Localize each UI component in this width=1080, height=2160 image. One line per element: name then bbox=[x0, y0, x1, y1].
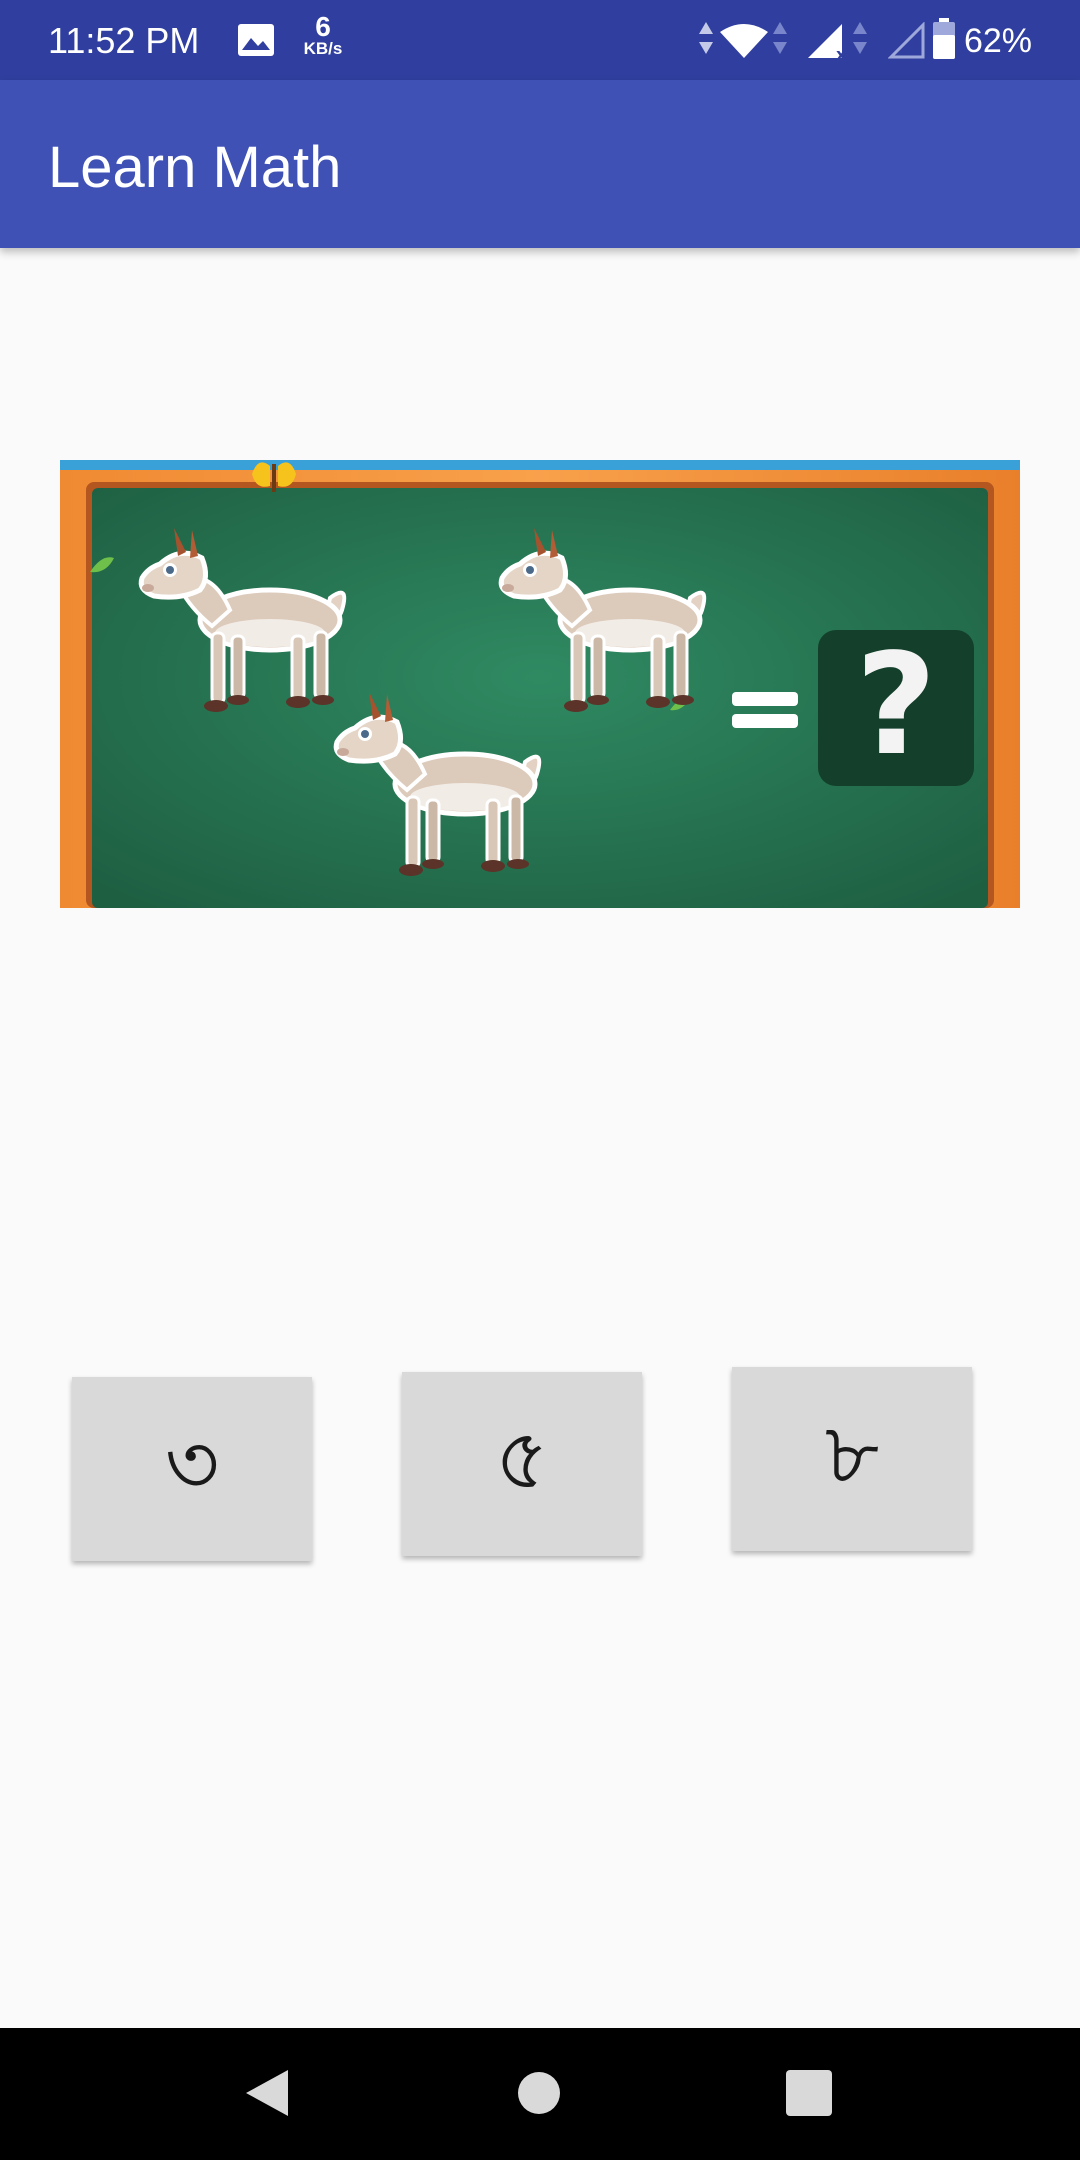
battery-icon bbox=[933, 18, 955, 59]
status-time: 11:52 PM bbox=[48, 20, 200, 61]
home-icon[interactable] bbox=[518, 2072, 560, 2114]
question-image: ? bbox=[60, 460, 1020, 908]
network-speed-unit: KB/s bbox=[303, 39, 343, 58]
recent-apps-icon[interactable] bbox=[786, 2070, 832, 2116]
svg-text:x: x bbox=[836, 45, 847, 60]
svg-text:?: ? bbox=[855, 624, 936, 787]
app-bar: Learn Math bbox=[0, 80, 1080, 248]
battery-percent: 62% bbox=[963, 22, 1032, 60]
answer-button-3[interactable]: ৮ bbox=[732, 1367, 972, 1551]
status-bar: 11:52 PM 6 KB/s x 62% bbox=[0, 0, 1080, 80]
back-icon[interactable] bbox=[244, 2068, 290, 2118]
signal-no-data-icon: x bbox=[808, 24, 847, 60]
app-title: Learn Math bbox=[48, 135, 342, 200]
network-speed-value: 6 bbox=[315, 11, 331, 42]
answer-button-2[interactable]: ৫ bbox=[402, 1372, 642, 1556]
gallery-icon bbox=[238, 24, 274, 56]
wifi-icon bbox=[720, 24, 768, 58]
network-speed: 6 KB/s bbox=[296, 11, 350, 58]
signal-empty-icon bbox=[888, 22, 925, 59]
data-arrows-icon bbox=[699, 22, 713, 54]
answer-button-1[interactable]: ৩ bbox=[72, 1377, 312, 1561]
signal-activity-icon bbox=[853, 22, 867, 54]
wifi-activity-icon bbox=[773, 22, 787, 54]
